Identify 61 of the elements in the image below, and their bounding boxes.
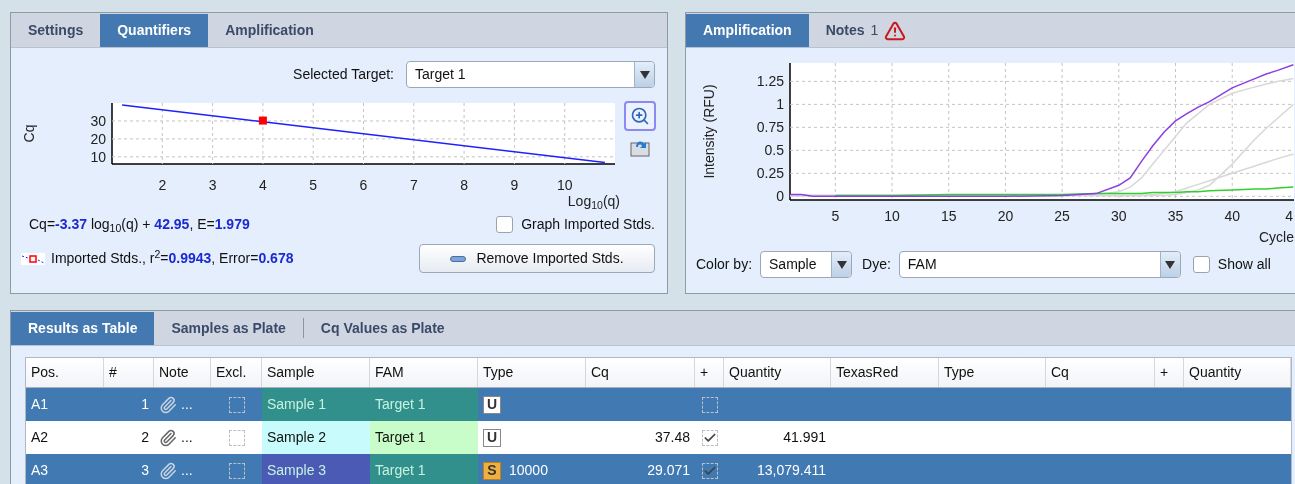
tick-label: 2: [158, 177, 167, 193]
tick-label: 10: [556, 177, 573, 193]
tick-label: 0.25: [756, 165, 784, 182]
table-cell-text: 37.48: [653, 428, 691, 447]
tick-label: 10: [90, 148, 106, 165]
tick-label: 6: [359, 177, 368, 193]
tick-label: 8: [460, 177, 468, 193]
tick-label: 20: [997, 208, 1014, 224]
tick-label: 7: [409, 177, 418, 193]
table-cell-text: A2: [30, 428, 50, 447]
tick-label: 0: [776, 188, 784, 205]
table-cell-text: 29.071: [646, 461, 691, 480]
table-cell-text: A1: [30, 395, 50, 414]
tick-label: 3: [208, 177, 217, 193]
tick-label: 15: [940, 208, 957, 224]
table-cell: Target 1: [370, 421, 478, 454]
table-cell: Target 1: [370, 454, 478, 484]
tick-label: 5: [831, 208, 840, 224]
axis-title: Intensity (RFU): [701, 84, 717, 179]
axis-title: Cq: [21, 124, 37, 143]
note-text: ...: [181, 395, 193, 414]
table-cell-text: 1: [140, 395, 150, 414]
note-text: ...: [181, 461, 193, 480]
tick-label: 9: [510, 177, 519, 193]
table-cell-text: 10000: [509, 461, 548, 480]
table-cell-text: A3: [30, 461, 50, 480]
tick-label: 40: [1224, 208, 1240, 224]
tick-label: 0.5: [764, 142, 784, 159]
equation-text: Cq=-3.37 log$_{10}$(q) + 42.95, E=1.979: [29, 215, 250, 235]
axis-title: Log$_{10}$(q): [567, 192, 620, 210]
table-cell-text: 3: [140, 461, 150, 480]
tick-label: 30: [90, 112, 106, 129]
tick-label: 10: [884, 208, 900, 224]
tick-label: 4: [259, 177, 267, 193]
tick-label: 25: [1054, 208, 1070, 224]
statistics-text: Imported Stds., r$^{2}$=0.9943, Error=0.678: [51, 248, 294, 268]
table-cell: Sample 1: [262, 388, 370, 421]
checkbox-label: Show all: [1217, 255, 1271, 274]
field-label: Selected Target:: [293, 65, 394, 84]
tick-label: 4: [1285, 208, 1293, 224]
table-cell: Sample 2: [262, 421, 370, 454]
note-text: ...: [181, 428, 193, 447]
field-label: Dye:: [862, 255, 891, 274]
tick-label: 1: [776, 96, 784, 113]
tick-label: 5: [309, 177, 318, 193]
axis-title: Cycle: [1259, 228, 1294, 246]
table-cell-text: 2: [140, 428, 150, 447]
field-label: Color by:: [696, 255, 753, 274]
tick-label: 20: [90, 130, 106, 147]
table-cell-text: 13,079.411: [755, 461, 827, 480]
table-cell: Target 1: [370, 388, 478, 421]
type-badge: U: [483, 428, 501, 447]
tick-label: 30: [1111, 208, 1127, 224]
table-cell-text: 41.991: [782, 428, 827, 447]
table-cell: Sample 3: [262, 454, 370, 484]
type-badge: S: [483, 461, 501, 480]
tick-label: 0.75: [756, 119, 784, 136]
tick-label: 35: [1167, 208, 1184, 224]
checkbox-label: Graph Imported Stds.: [521, 215, 655, 234]
tick-label: 1.25: [756, 73, 784, 90]
type-badge: U: [483, 395, 501, 414]
